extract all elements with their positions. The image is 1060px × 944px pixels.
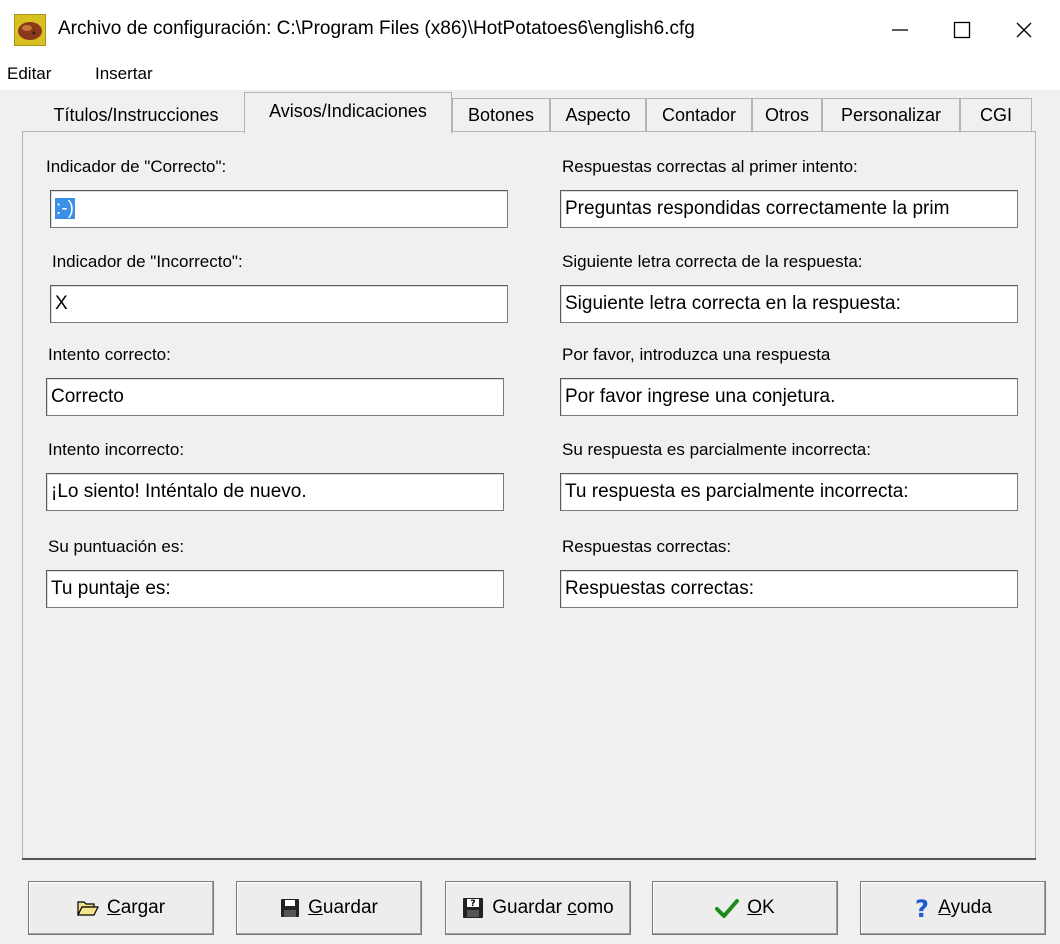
first-try-correct-input[interactable]: Preguntas respondidas correctamente la p… [560, 190, 1018, 228]
svg-text:?: ? [915, 896, 929, 920]
save-button[interactable]: Guardar [236, 881, 422, 935]
tab-cgi[interactable]: CGI [960, 98, 1032, 132]
save-accelerator: G [308, 897, 323, 918]
help-button[interactable]: ? Ayuda [860, 881, 1046, 935]
incorrect-indicator-input[interactable]: X [50, 285, 508, 323]
tab-botones[interactable]: Botones [452, 98, 550, 132]
tab-strip: Títulos/Instrucciones Avisos/Indicacione… [0, 90, 1060, 134]
save-as-button[interactable]: ? Guardar como [445, 881, 631, 935]
correct-attempt-label: Intento correcto: [48, 345, 171, 364]
panel-divider [22, 858, 1036, 860]
close-icon [1016, 22, 1032, 38]
ok-accelerator: O [747, 897, 763, 918]
maximize-button[interactable] [930, 0, 994, 60]
floppy-disk-icon [280, 898, 300, 918]
incorrect-attempt-input[interactable]: ¡Lo siento! Inténtalo de nuevo. [46, 473, 504, 511]
tab-aspecto[interactable]: Aspecto [550, 98, 646, 132]
tab-contador[interactable]: Contador [646, 98, 752, 132]
enter-answer-input[interactable]: Por favor ingrese una conjetura. [560, 378, 1018, 416]
selected-text: :-) [54, 197, 76, 220]
ok-label-rest: K [762, 897, 775, 918]
save-label-rest: uardar [322, 897, 378, 918]
save-as-icon: ? [462, 897, 484, 919]
svg-text:?: ? [471, 899, 476, 909]
tab-titulos-instrucciones[interactable]: Títulos/Instrucciones [30, 98, 242, 132]
correct-answers-input[interactable]: Respuestas correctas: [560, 570, 1018, 608]
help-accelerator: A [938, 897, 951, 918]
title-bar: Archivo de configuración: C:\Program Fil… [0, 0, 1060, 60]
save-as-label-pre: Guardar [492, 897, 568, 918]
open-folder-icon [76, 899, 99, 917]
tab-otros[interactable]: Otros [752, 98, 822, 132]
load-accelerator: C [106, 897, 121, 918]
load-button[interactable]: Cargar [28, 881, 214, 935]
next-letter-input[interactable]: Siguiente letra correcta en la respuesta… [560, 285, 1018, 323]
correct-answers-label: Respuestas correctas: [562, 537, 732, 556]
menu-bar: Editar Insertar [0, 60, 1060, 90]
save-as-accelerator: c [567, 897, 577, 918]
score-label: Su puntuación es: [48, 537, 185, 556]
enter-answer-label: Por favor, introduzca una respuesta [562, 345, 831, 364]
close-button[interactable] [992, 0, 1056, 60]
first-try-correct-label: Respuestas correctas al primer intento: [562, 157, 858, 176]
tab-personalizar[interactable]: Personalizar [822, 98, 960, 132]
partially-incorrect-label: Su respuesta es parcialmente incorrecta: [562, 440, 871, 459]
score-input[interactable]: Tu puntaje es: [46, 570, 504, 608]
incorrect-attempt-label: Intento incorrecto: [48, 440, 185, 459]
maximize-icon [953, 21, 971, 39]
menu-insertar[interactable]: Insertar [95, 64, 153, 84]
minimize-button[interactable] [868, 0, 932, 60]
help-label-rest: yuda [950, 897, 992, 918]
menu-editar[interactable]: Editar [7, 64, 51, 84]
hot-potatoes-app-icon [14, 14, 46, 46]
minimize-icon [892, 29, 908, 31]
ok-button[interactable]: OK [652, 881, 838, 935]
question-mark-icon: ? [914, 896, 930, 920]
next-letter-label: Siguiente letra correcta de la respuesta… [562, 252, 863, 271]
correct-attempt-input[interactable]: Correcto [46, 378, 504, 416]
correct-indicator-input[interactable]: :-) [50, 190, 508, 228]
window-title: Archivo de configuración: C:\Program Fil… [58, 18, 695, 39]
tab-avisos-indicaciones[interactable]: Avisos/Indicaciones [244, 92, 452, 134]
save-as-label-rest: omo [576, 897, 614, 918]
load-label-rest: argar [120, 897, 166, 918]
correct-indicator-label: Indicador de "Correcto": [46, 157, 227, 176]
incorrect-indicator-label: Indicador de "Incorrecto": [52, 252, 243, 271]
checkmark-icon [715, 898, 740, 918]
partially-incorrect-input[interactable]: Tu respuesta es parcialmente incorrecta: [560, 473, 1018, 511]
